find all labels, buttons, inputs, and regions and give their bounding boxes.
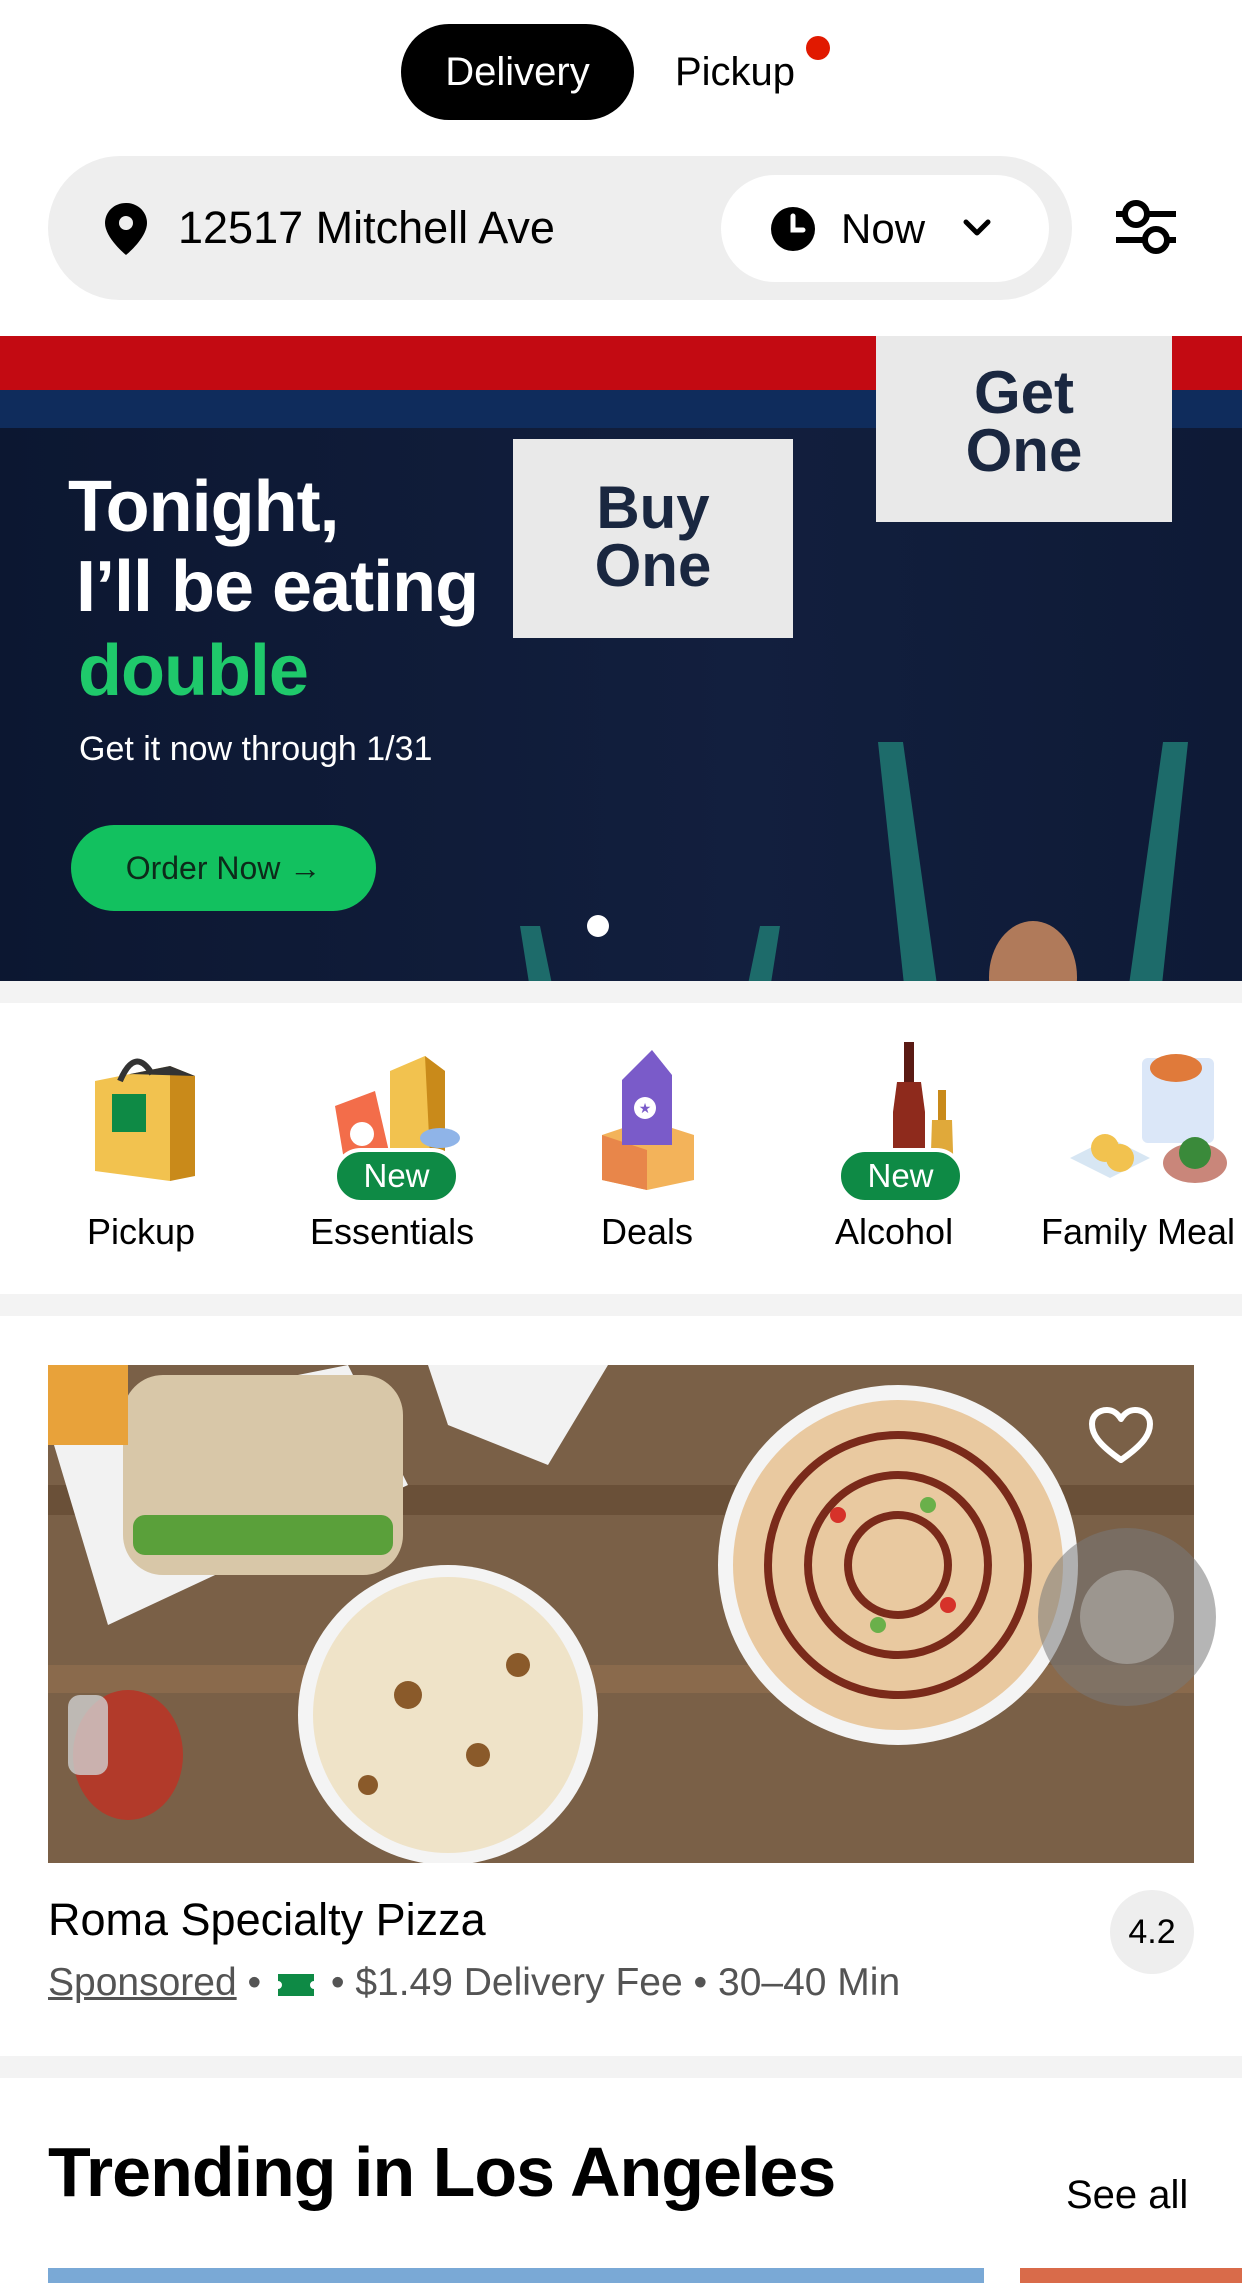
carousel-page-indicator — [587, 915, 609, 937]
category-label-deals[interactable]: Deals — [601, 1210, 693, 1254]
rating-badge: 4.2 — [1110, 1890, 1194, 1974]
sign-word: Buy — [596, 474, 710, 541]
sign-get-one: Get One — [876, 336, 1172, 522]
pickup-bag-icon[interactable] — [90, 1046, 200, 1186]
location-pin-icon — [105, 203, 147, 255]
chevron-down-icon — [963, 219, 991, 236]
banner-headline-line3: double — [78, 631, 309, 711]
sign-word: Get — [973, 359, 1075, 426]
section-divider — [0, 2056, 1242, 2078]
trending-card-image[interactable] — [48, 2268, 984, 2283]
delivery-tab[interactable]: Delivery — [401, 24, 634, 120]
banner-subtitle: Get it now through 1/31 — [79, 730, 433, 768]
section-divider — [0, 1294, 1242, 1316]
food-photo-illustration — [48, 1365, 1194, 1863]
restaurant-name[interactable]: Roma Specialty Pizza — [48, 1893, 486, 1947]
filter-sliders-icon[interactable] — [1112, 196, 1180, 260]
see-all-link[interactable]: See all — [1066, 2170, 1188, 2220]
order-now-button[interactable]: Order Now → — [71, 825, 376, 911]
delivery-time: 30–40 Min — [718, 1961, 901, 2004]
pickup-tab[interactable]: Pickup — [650, 24, 820, 120]
category-label-family-meal[interactable]: Family Meal — [1041, 1210, 1235, 1254]
trending-section-title: Trending in Los Angeles — [48, 2133, 836, 2211]
trending-card-image[interactable] — [1020, 2268, 1242, 2283]
sign-word: One — [965, 417, 1083, 484]
meta-separator: • — [330, 1961, 345, 2004]
new-badge-alcohol: New — [837, 1148, 964, 1204]
svg-text:★: ★ — [639, 1101, 652, 1117]
family-meal-icon[interactable] — [1070, 1048, 1242, 1188]
banner-headline-line2: I’ll be eating — [76, 547, 479, 627]
delivery-address[interactable]: 12517 Mitchell Ave — [178, 202, 555, 254]
athlete-figure-right — [878, 742, 1188, 981]
category-label-pickup[interactable]: Pickup — [87, 1210, 195, 1254]
new-badge-essentials: New — [333, 1148, 460, 1204]
sign-word: One — [594, 532, 712, 599]
meta-separator: • — [693, 1961, 708, 2004]
mode-toggle: Delivery Pickup — [0, 24, 1242, 120]
pickup-notification-dot — [806, 36, 830, 60]
banner-headline-line1: Tonight, — [68, 467, 340, 547]
section-divider — [0, 981, 1242, 1003]
time-label: Now — [841, 205, 926, 252]
deals-tag-icon[interactable]: ★ — [597, 1050, 699, 1190]
offer-ticket-icon — [277, 1973, 314, 1996]
clock-icon — [771, 207, 815, 251]
category-label-alcohol[interactable]: Alcohol — [835, 1210, 953, 1254]
floating-scroll-thumb-inner — [1080, 1570, 1174, 1664]
meta-separator: • — [247, 1961, 262, 2004]
sponsored-label[interactable]: Sponsored — [48, 1961, 237, 2004]
restaurant-photo[interactable] — [48, 1365, 1194, 1863]
category-label-essentials-visible[interactable]: Essentials — [310, 1210, 474, 1254]
sign-buy-one: Buy One — [513, 439, 793, 638]
restaurant-meta: Sponsored • • $1.49 Delivery Fee • 30–40… — [48, 1958, 900, 2008]
delivery-fee: $1.49 Delivery Fee — [355, 1961, 683, 2004]
athlete-figure-left — [520, 926, 780, 981]
favorite-heart-icon[interactable] — [1088, 1406, 1154, 1466]
